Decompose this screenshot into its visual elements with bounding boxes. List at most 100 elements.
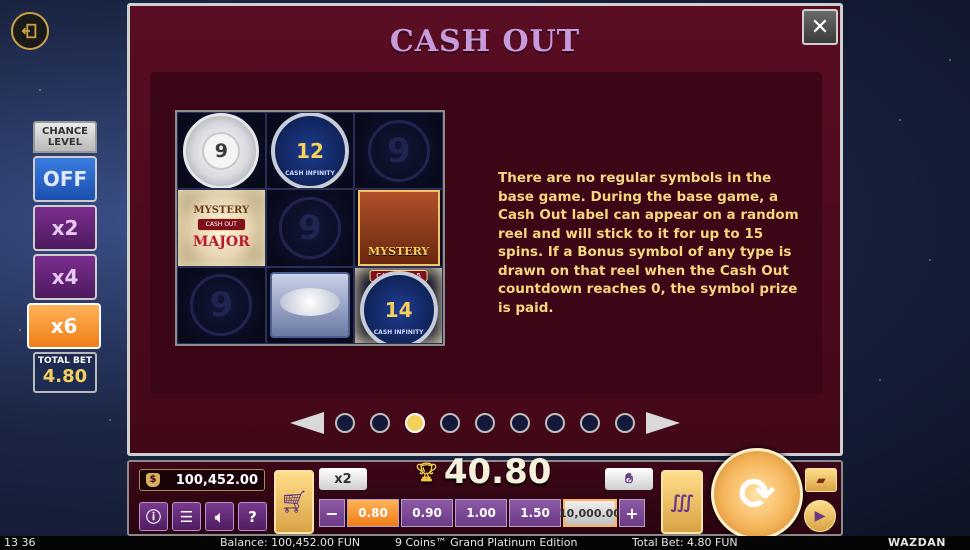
page-title: CASH OUT <box>389 24 581 59</box>
mystery-top-text: MYSTERY <box>193 205 250 217</box>
help-button[interactable]: ? <box>238 502 267 531</box>
page-dot[interactable] <box>580 413 600 433</box>
info-panel: CASH OUT ✕ 9 12 CASH INFINITY 9 MYSTERY … <box>127 3 843 456</box>
autoplay-icon: ∭ <box>670 491 694 513</box>
grid-cell-silver-coin: 9 <box>177 112 266 190</box>
grid-cell-empty: 9 <box>265 189 355 267</box>
control-bar: $ 100,452.00 ⓘ ☰ 🔈︎ ? 🛒︎ x2 🏆︎ 40.80 ✋︎ … <box>127 448 843 540</box>
info-button[interactable]: ⓘ <box>139 502 168 531</box>
bet-decrease-button[interactable]: − <box>319 499 345 527</box>
page-dot[interactable] <box>440 413 460 433</box>
sound-button[interactable]: 🔈︎ <box>205 502 234 531</box>
info-icon: ⓘ <box>145 508 161 526</box>
ghost-nine-icon: 9 <box>278 196 341 259</box>
bet-option[interactable]: 0.80 <box>347 499 399 527</box>
win-display: 🏆︎ 40.80 <box>415 452 551 492</box>
page-dot[interactable] <box>405 413 425 433</box>
chance-level-panel: CHANCE LEVEL OFF x2 x4 x6 TOTAL BET 4.80 <box>27 121 101 393</box>
grid-cell-blue-coin: 12 CASH INFINITY <box>265 112 355 190</box>
exit-icon <box>21 23 37 39</box>
chance-level-heading: CHANCE LEVEL <box>33 121 97 153</box>
treasure-chest-icon <box>269 272 350 339</box>
money-bag-icon: $ <box>146 473 160 487</box>
bet-x2-label: x2 <box>334 471 352 487</box>
bet-x2-button[interactable]: x2 <box>319 468 367 490</box>
page-dot[interactable] <box>335 413 355 433</box>
speaker-icon: 🔈︎ <box>214 507 224 526</box>
cash-out-label: CASH OUT <box>196 218 246 232</box>
description-text: There are no regular symbols in the base… <box>498 170 799 316</box>
status-bar: 13 36 Balance: 100,452.00 FUN 9 Coins™ G… <box>0 536 970 550</box>
spin-button[interactable]: ⟳ <box>711 448 803 540</box>
grid-cell-empty: 9 <box>177 266 266 344</box>
bet-option-max[interactable]: 10,000.00 <box>559 499 621 527</box>
coin-value: 14 <box>384 298 413 323</box>
clock-time: 13 36 <box>4 536 36 549</box>
total-bet-label: TOTAL BET <box>37 356 93 366</box>
turbo-button[interactable]: ▰ <box>805 468 837 492</box>
play-button[interactable]: ▶ <box>804 500 836 532</box>
total-bet-value: 4.80 <box>42 366 88 387</box>
major-text: MAJOR <box>192 234 250 251</box>
bet-option[interactable]: 0.90 <box>401 499 453 527</box>
grid-cell-empty: 9 <box>354 112 443 190</box>
trophy-icon: 🏆︎ <box>415 461 438 483</box>
coin-subtitle: CASH INFINITY <box>285 169 335 177</box>
play-icon: ▶ <box>814 508 826 524</box>
close-icon: ✕ <box>810 14 830 40</box>
close-button[interactable]: ✕ <box>802 9 838 45</box>
grid-cell-chest <box>265 266 355 344</box>
autoplay-button[interactable]: ∭ <box>661 470 703 534</box>
spin-arrows-icon: ⟳ <box>738 468 776 520</box>
win-value: 40.80 <box>443 452 552 492</box>
grid-cell-cashout-coin: CASH OUT: 5 14 CASH INFINITY <box>354 266 443 344</box>
chance-off-button[interactable]: OFF <box>33 156 97 202</box>
page-dot[interactable] <box>545 413 565 433</box>
grid-cell-mystery: MYSTERY <box>354 189 443 267</box>
page-dot[interactable] <box>510 413 530 433</box>
chance-x6-button[interactable]: x6 <box>27 303 101 349</box>
bet-selector: − 0.80 0.90 1.00 1.50 10,000.00 + <box>319 499 645 527</box>
content-area: 9 12 CASH INFINITY 9 MYSTERY CASH OUT MA… <box>150 72 822 394</box>
chance-x4-button[interactable]: x4 <box>33 254 97 300</box>
cart-icon: 🛒︎ <box>280 489 308 515</box>
brand-logo: WAZDAN <box>888 536 946 549</box>
status-total-bet: Total Bet: 4.80 FUN <box>632 536 738 549</box>
mystery-text: MYSTERY <box>368 245 430 258</box>
blue-coin-icon: 12 CASH INFINITY <box>270 113 349 189</box>
utility-buttons: ⓘ ☰ 🔈︎ ? <box>139 502 267 531</box>
ghost-nine-icon: 9 <box>190 274 253 337</box>
next-page-arrow-icon[interactable] <box>646 412 680 434</box>
menu-button[interactable]: ☰ <box>172 502 201 531</box>
silver-coin-icon: 9 <box>183 113 260 189</box>
hand-icon: ✋︎ <box>625 471 633 487</box>
gamble-button[interactable]: ✋︎ <box>605 468 653 490</box>
balance-display: $ 100,452.00 <box>139 469 265 491</box>
page-dot[interactable] <box>615 413 635 433</box>
prev-page-arrow-icon[interactable] <box>290 412 324 434</box>
chance-total-bet: TOTAL BET 4.80 <box>33 352 97 393</box>
menu-icon: ☰ <box>179 507 194 526</box>
turbo-icon: ▰ <box>816 473 826 487</box>
grid-cell-major: MYSTERY CASH OUT MAJOR <box>177 189 266 267</box>
coin-subtitle: CASH INFINITY <box>373 329 424 337</box>
page-dots <box>335 413 635 433</box>
coin-value: 12 <box>296 138 324 163</box>
symbol-grid: 9 12 CASH INFINITY 9 MYSTERY CASH OUT MA… <box>175 110 445 346</box>
bet-option[interactable]: 1.50 <box>509 499 561 527</box>
mystery-symbol-icon: MYSTERY <box>357 190 440 266</box>
balance-value: 100,452.00 <box>175 472 258 488</box>
bet-option[interactable]: 1.00 <box>455 499 507 527</box>
status-balance: Balance: 100,452.00 FUN <box>220 536 361 549</box>
page-dot[interactable] <box>370 413 390 433</box>
blue-coin-icon: 14 CASH INFINITY <box>359 271 438 343</box>
exit-button[interactable] <box>11 12 49 50</box>
bet-increase-button[interactable]: + <box>619 499 645 527</box>
question-icon: ? <box>248 507 257 526</box>
pagination <box>290 409 680 437</box>
game-name: 9 Coins™ Grand Platinum Edition <box>395 536 578 549</box>
coin-value: 9 <box>202 131 241 170</box>
chance-x2-button[interactable]: x2 <box>33 205 97 251</box>
buy-feature-button[interactable]: 🛒︎ <box>274 470 314 534</box>
page-dot[interactable] <box>475 413 495 433</box>
